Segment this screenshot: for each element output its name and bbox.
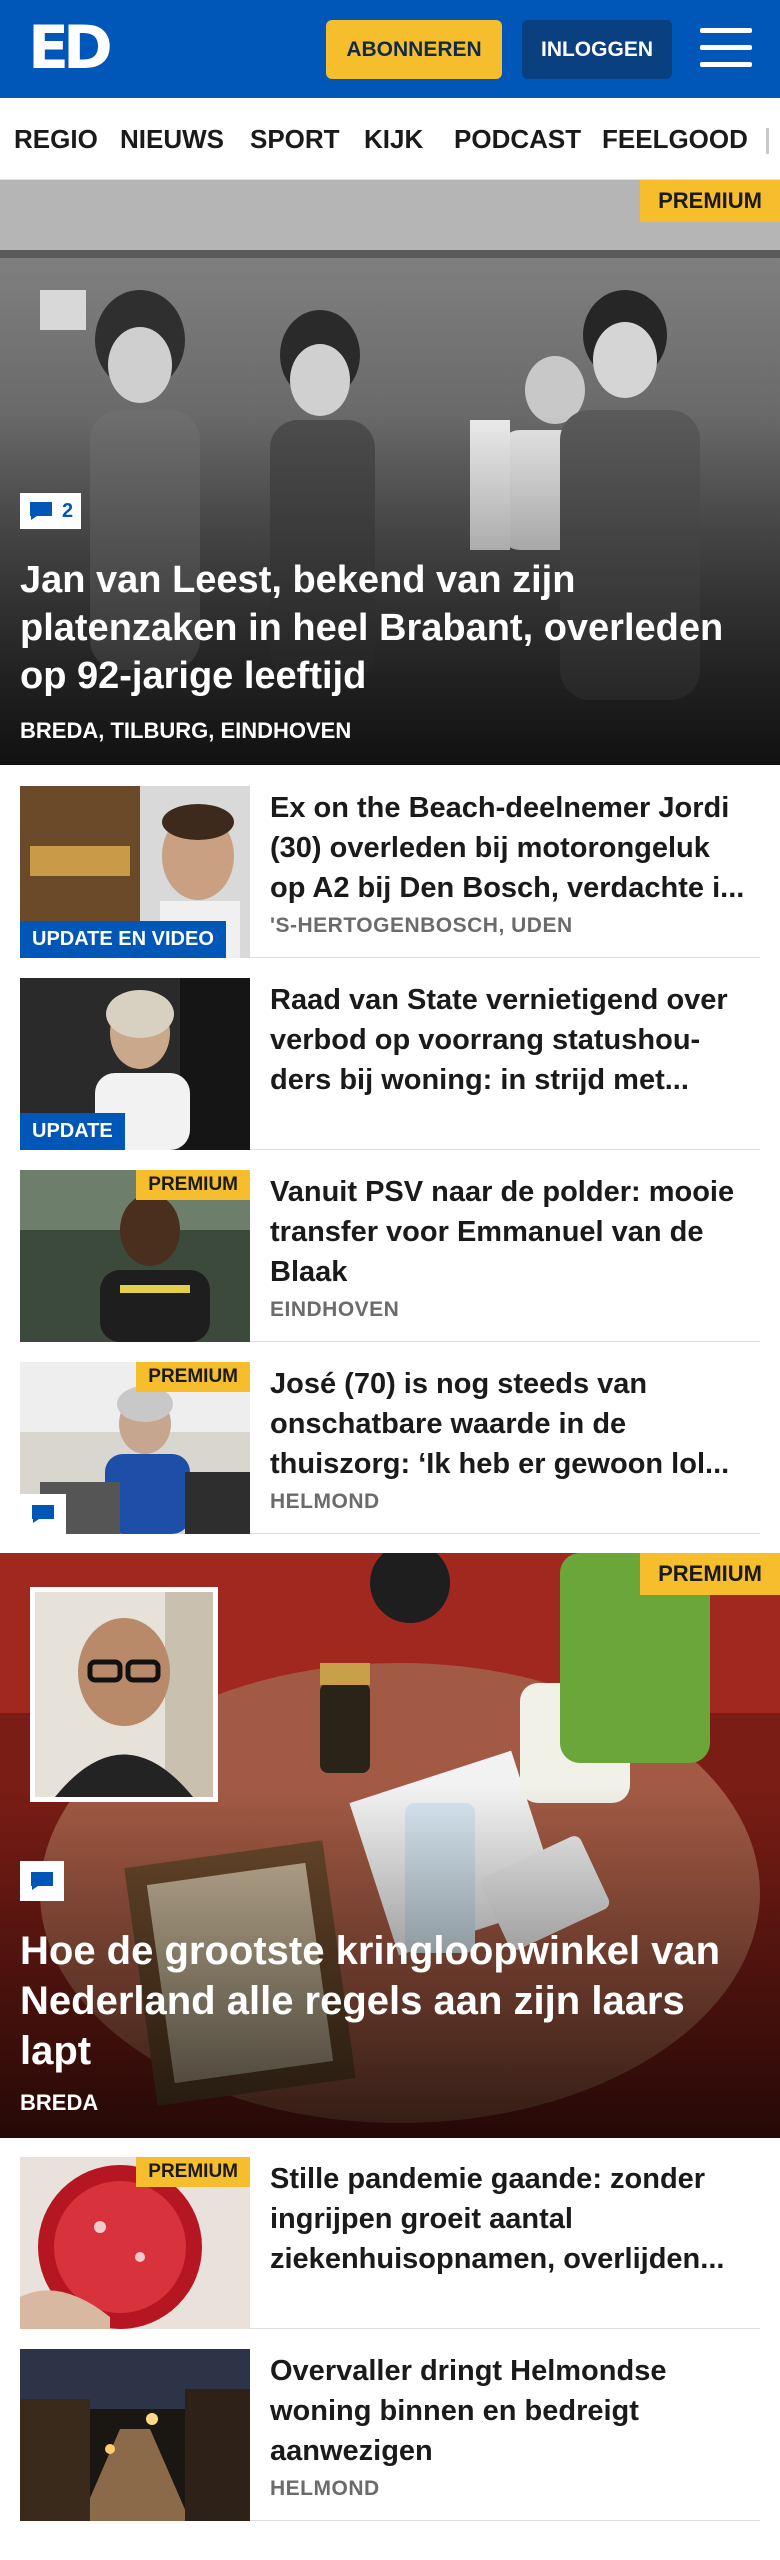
nav-item-podcast[interactable]: PODCAST (454, 124, 581, 155)
top-bar: ED ABONNEREN INLOGGEN (0, 0, 780, 98)
premium-badge: PREMIUM (640, 1553, 780, 1595)
article-row[interactable]: PREMIUM Stille pandemie gaande: zonder i… (20, 2157, 760, 2329)
nav-item-regio[interactable]: REGIO (14, 124, 98, 155)
article-thumbnail: PREMIUM (20, 1170, 250, 1342)
article-headline[interactable]: José (70) is nog steeds van onschatbare … (270, 1364, 750, 1484)
comment-icon (30, 502, 52, 520)
article-location: EINDHOVEN (270, 1298, 400, 1321)
article-row[interactable]: PREMIUM Vanuit PSV naar de polder: mooie… (20, 1170, 760, 1342)
article-row[interactable]: Overvaller dringt Helmondse woning binne… (20, 2349, 760, 2521)
premium-badge: PREMIUM (640, 180, 780, 222)
article-location: HELMOND (270, 2477, 380, 2500)
article-location: HELMOND (270, 1490, 380, 1513)
comment-count: 2 (62, 499, 74, 522)
comment-icon (32, 1505, 54, 1523)
comment-badge[interactable] (20, 1861, 64, 1901)
article-headline[interactable]: Overvaller dringt Helmondse woning binne… (270, 2351, 750, 2471)
article-headline[interactable]: Vanuit PSV naar de polder: mooie transfe… (270, 1172, 750, 1292)
nav-item-kijk[interactable]: KIJK (364, 124, 423, 155)
article-thumbnail: UPDATE EN VIDEO (20, 786, 250, 958)
logo[interactable]: ED (28, 18, 113, 78)
premium-badge: PREMIUM (136, 1170, 250, 1200)
article-thumbnail: UPDATE (20, 978, 250, 1150)
nav-item-sport[interactable]: SPORT (250, 124, 340, 155)
hero-location: BREDA, TILBURG, EINDHOVEN (20, 718, 352, 743)
login-button[interactable]: INLOGGEN (522, 20, 672, 79)
comment-icon (31, 1872, 53, 1890)
premium-badge: PREMIUM (136, 2157, 250, 2187)
subscribe-button[interactable]: ABONNEREN (326, 20, 502, 79)
hero-headline[interactable]: Hoe de grootste kringloopwinkel van Nede… (20, 1926, 750, 2076)
comment-badge[interactable] (20, 1494, 66, 1534)
comment-count-badge[interactable]: 2 (20, 493, 82, 529)
hero-article[interactable]: PREMIUM Hoe de grootste kringloopwinkel … (0, 1553, 780, 2138)
article-row[interactable]: PREMIUM José (70) is nog steeds van onsc… (20, 1362, 760, 1534)
article-thumbnail: PREMIUM (20, 2157, 250, 2329)
update-badge: UPDATE (20, 1113, 125, 1150)
author-avatar (30, 1587, 218, 1802)
article-headline[interactable]: Ex on the Beach-deelnemer Jordi (30) ove… (270, 788, 750, 908)
article-headline[interactable]: Stille pandemie gaande: zonder ingrijpen… (270, 2159, 750, 2279)
section-nav: REGIO NIEUWS SPORT KIJK PODCAST FEELGOOD (0, 98, 780, 180)
article-thumbnail (20, 2349, 250, 2521)
premium-badge: PREMIUM (136, 1362, 250, 1392)
nav-item-nieuws[interactable]: NIEUWS (120, 124, 224, 155)
nav-item-feelgood[interactable]: FEELGOOD (602, 124, 748, 155)
article-location: 'S-HERTOGENBOSCH, UDEN (270, 914, 573, 937)
article-thumbnail: PREMIUM (20, 1362, 250, 1534)
hero-article[interactable]: PREMIUM 2 Jan van Leest, bekend van zijn… (0, 180, 780, 765)
update-badge: UPDATE EN VIDEO (20, 921, 226, 958)
hero-location: BREDA (20, 2090, 99, 2115)
hero-headline[interactable]: Jan van Leest, bekend van zijn platenzak… (20, 556, 750, 700)
nav-overflow-indicator (766, 128, 769, 154)
article-headline[interactable]: Raad van State vernietigend over verbod … (270, 980, 750, 1100)
hamburger-menu-icon[interactable] (700, 24, 752, 72)
article-row[interactable]: UPDATE Raad van State vernietigend over … (20, 978, 760, 1150)
article-row[interactable]: UPDATE EN VIDEO Ex on the Beach-deelneme… (20, 786, 760, 958)
